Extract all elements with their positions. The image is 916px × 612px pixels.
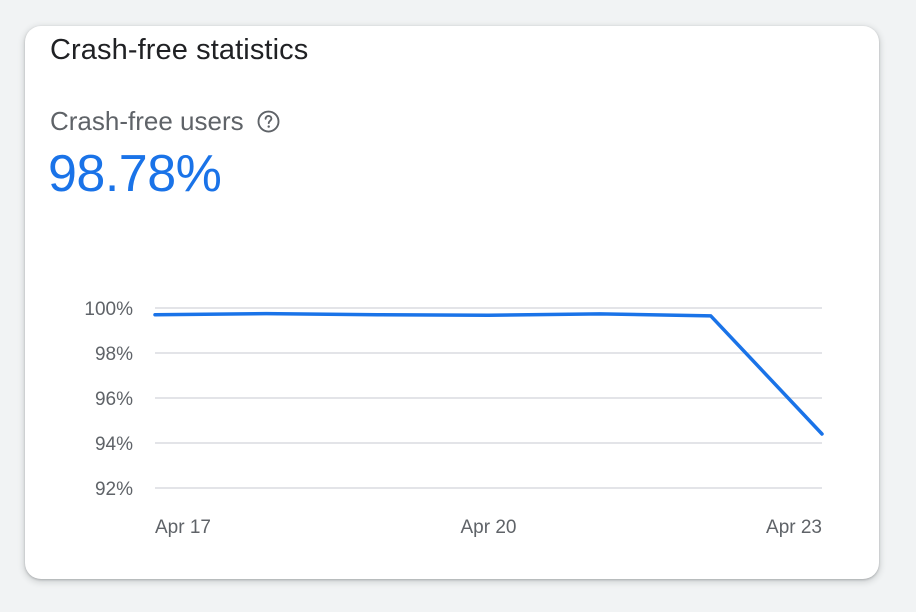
x-tick-label: Apr 20	[461, 517, 517, 538]
chart-series	[149, 308, 828, 440]
chart-gridlines	[155, 307, 822, 489]
metric-label: Crash-free users	[50, 106, 244, 136]
metric-header: Crash-free users	[50, 106, 281, 137]
data-point[interactable]	[371, 309, 383, 321]
x-tick-label: Apr 17	[155, 517, 211, 538]
x-tick-label: Apr 23	[766, 517, 822, 538]
data-point[interactable]	[483, 309, 495, 321]
chart-x-axis: Apr 17 Apr 20 Apr 23	[155, 517, 822, 538]
crash-free-users-chart: 100% 98% 96% 94% 92% Apr 17 Apr 20 Apr 23	[84, 299, 828, 538]
metric-value: 98.78%	[48, 145, 222, 203]
crash-free-users-line	[153, 311, 824, 436]
data-point[interactable]	[705, 310, 717, 322]
data-point[interactable]	[149, 309, 161, 321]
help-icon[interactable]	[256, 109, 281, 134]
data-point[interactable]	[594, 308, 606, 320]
y-tick-label: 94%	[95, 434, 133, 455]
y-tick-label: 100%	[84, 299, 133, 320]
y-tick-label: 96%	[95, 389, 133, 410]
data-point[interactable]	[816, 428, 828, 440]
y-tick-label: 98%	[95, 344, 133, 365]
y-tick-label: 92%	[95, 479, 133, 500]
chart-y-axis: 100% 98% 96% 94% 92%	[84, 299, 133, 500]
card-title: Crash-free statistics	[50, 34, 309, 66]
data-point[interactable]	[260, 308, 272, 320]
